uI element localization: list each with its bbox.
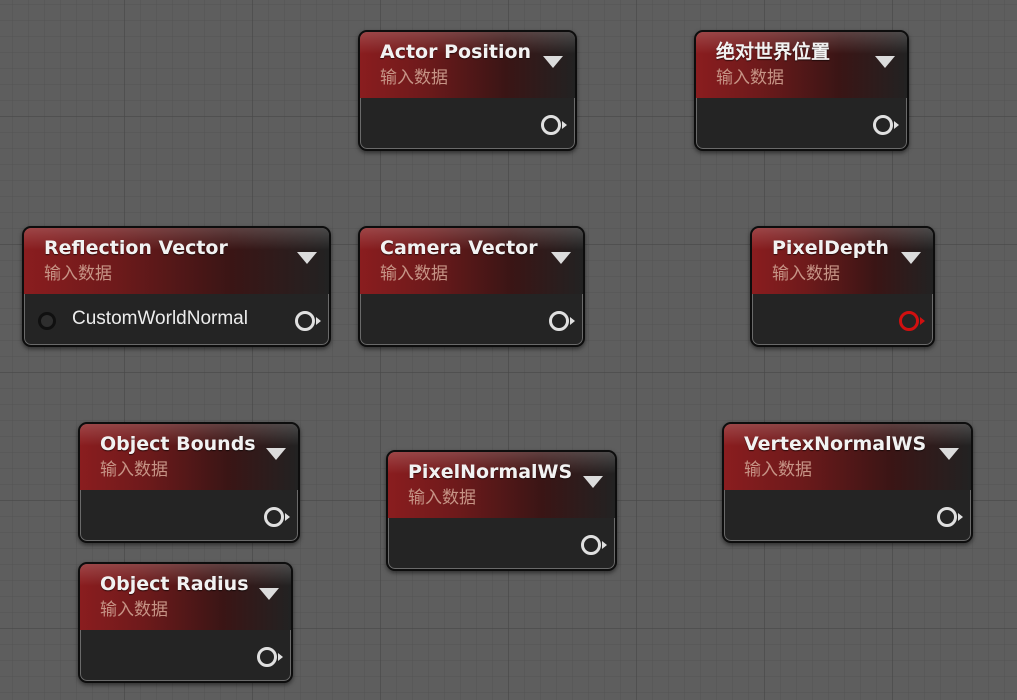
node-title: 绝对世界位置 — [716, 41, 831, 63]
output-pin-icon[interactable] — [257, 647, 283, 667]
node-pixel-normal-ws[interactable]: PixelNormalWS 输入数据 — [386, 450, 617, 571]
input-pin-icon[interactable] — [38, 312, 56, 330]
node-body — [80, 630, 291, 681]
collapse-arrow-icon[interactable] — [901, 252, 921, 264]
node-reflection-vector[interactable]: Reflection Vector 输入数据 CustomWorldNormal — [22, 226, 331, 347]
node-object-radius[interactable]: Object Radius 输入数据 — [78, 562, 293, 683]
node-header[interactable]: PixelDepth 输入数据 — [752, 228, 933, 294]
node-title: Camera Vector — [380, 237, 538, 259]
node-header[interactable]: PixelNormalWS 输入数据 — [388, 452, 615, 518]
node-subtitle: 输入数据 — [772, 264, 840, 284]
node-body: CustomWorldNormal — [24, 294, 329, 345]
collapse-arrow-icon[interactable] — [266, 448, 286, 460]
output-pin-icon[interactable] — [295, 311, 321, 331]
output-pin-icon[interactable] — [264, 507, 290, 527]
input-pin-label: CustomWorldNormal — [72, 308, 248, 329]
node-actor-position[interactable]: Actor Position 输入数据 — [358, 30, 577, 151]
node-subtitle: 输入数据 — [44, 264, 112, 284]
node-body — [360, 294, 583, 345]
output-pin-icon[interactable] — [581, 535, 607, 555]
node-vertex-normal-ws[interactable]: VertexNormalWS 输入数据 — [722, 422, 973, 543]
node-subtitle: 输入数据 — [380, 264, 448, 284]
node-pixel-depth[interactable]: PixelDepth 输入数据 — [750, 226, 935, 347]
node-object-bounds[interactable]: Object Bounds 输入数据 — [78, 422, 300, 543]
node-header[interactable]: Actor Position 输入数据 — [360, 32, 575, 98]
node-body — [360, 98, 575, 149]
node-subtitle: 输入数据 — [100, 460, 168, 480]
output-pin-icon[interactable] — [873, 115, 899, 135]
node-subtitle: 输入数据 — [100, 600, 168, 620]
collapse-arrow-icon[interactable] — [543, 56, 563, 68]
node-body — [388, 518, 615, 569]
node-subtitle: 输入数据 — [744, 460, 812, 480]
node-header[interactable]: 绝对世界位置 输入数据 — [696, 32, 907, 98]
node-header[interactable]: Camera Vector 输入数据 — [360, 228, 583, 294]
output-pin-icon[interactable] — [541, 115, 567, 135]
node-title: PixelNormalWS — [408, 461, 573, 483]
node-subtitle: 输入数据 — [716, 68, 784, 88]
node-header[interactable]: VertexNormalWS 输入数据 — [724, 424, 971, 490]
collapse-arrow-icon[interactable] — [875, 56, 895, 68]
node-body — [696, 98, 907, 149]
node-body — [724, 490, 971, 541]
node-body — [752, 294, 933, 345]
collapse-arrow-icon[interactable] — [297, 252, 317, 264]
node-title: Object Radius — [100, 573, 249, 595]
node-body — [80, 490, 298, 541]
collapse-arrow-icon[interactable] — [583, 476, 603, 488]
node-header[interactable]: Object Bounds 输入数据 — [80, 424, 298, 490]
node-title: Object Bounds — [100, 433, 256, 455]
collapse-arrow-icon[interactable] — [939, 448, 959, 460]
node-title: Actor Position — [380, 41, 532, 63]
collapse-arrow-icon[interactable] — [259, 588, 279, 600]
node-subtitle: 输入数据 — [380, 68, 448, 88]
node-title: Reflection Vector — [44, 237, 228, 259]
node-title: VertexNormalWS — [744, 433, 927, 455]
node-header[interactable]: Object Radius 输入数据 — [80, 564, 291, 630]
node-camera-vector[interactable]: Camera Vector 输入数据 — [358, 226, 585, 347]
output-pin-icon[interactable] — [937, 507, 963, 527]
node-header[interactable]: Reflection Vector 输入数据 — [24, 228, 329, 294]
output-pin-icon[interactable] — [549, 311, 575, 331]
node-absolute-world-position[interactable]: 绝对世界位置 输入数据 — [694, 30, 909, 151]
node-subtitle: 输入数据 — [408, 488, 476, 508]
node-title: PixelDepth — [772, 237, 889, 259]
output-pin-icon[interactable] — [899, 311, 925, 331]
collapse-arrow-icon[interactable] — [551, 252, 571, 264]
